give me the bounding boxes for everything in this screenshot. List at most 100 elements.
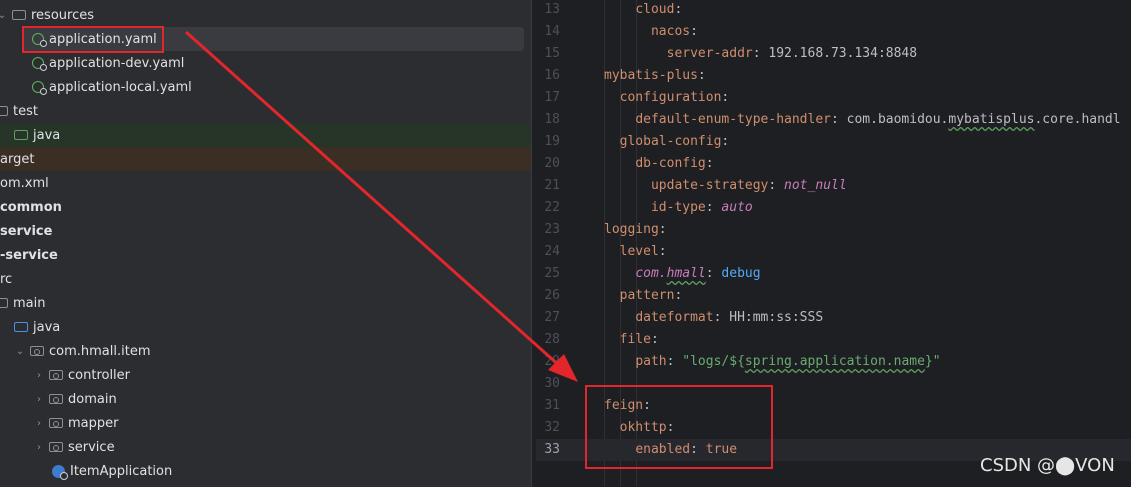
code-token: : <box>768 178 785 193</box>
code-text: default-enum-type-handler: com.baomidou.… <box>604 109 1121 131</box>
code-token: dateformat <box>635 310 714 325</box>
code-line[interactable]: 18 default-enum-type-handler: com.baomid… <box>536 109 1131 131</box>
line-number: 15 <box>544 46 560 61</box>
tree-item-com-hmall-item[interactable]: ⌄ com.hmall.item <box>0 339 531 363</box>
tree-item-application-dev-yaml[interactable]: application-dev.yaml <box>0 51 531 75</box>
tree-item-service-package[interactable]: › service <box>0 435 531 459</box>
code-token: server-addr <box>666 46 753 61</box>
code-token: : <box>690 24 698 39</box>
code-line[interactable]: 29 path: "logs/${spring.application.name… <box>536 351 1131 373</box>
code-token: spring.application.name <box>744 354 925 369</box>
line-number: 30 <box>544 376 560 391</box>
tree-item-application-local-yaml[interactable]: application-local.yaml <box>0 75 531 99</box>
line-number: 21 <box>544 178 560 193</box>
code-token: global-config <box>619 134 722 149</box>
chevron-right-icon[interactable]: › <box>33 370 45 381</box>
tree-item-label: controller <box>68 367 131 383</box>
code-token: : com.baomidou. <box>830 112 949 127</box>
chevron-down-icon[interactable]: ⌄ <box>14 346 26 357</box>
chevron-right-icon[interactable]: › <box>33 418 45 429</box>
code-line[interactable]: 28 file: <box>536 329 1131 351</box>
tree-item-mapper[interactable]: › mapper <box>0 411 531 435</box>
tree-item-target[interactable]: arget <box>0 147 531 171</box>
code-line[interactable]: 15 server-addr: 192.168.73.134:8848 <box>536 43 1131 65</box>
tree-item-label: java <box>33 319 61 335</box>
tree-item-item-application[interactable]: ItemApplication <box>0 459 531 483</box>
code-token: path <box>635 354 667 369</box>
code-text: com.hmall: debug <box>604 263 760 285</box>
tree-item-main-java[interactable]: java <box>0 315 531 339</box>
yaml-file-icon <box>32 81 47 95</box>
code-token: logging <box>604 222 659 237</box>
line-number: 16 <box>544 68 560 83</box>
package-icon <box>49 418 63 428</box>
line-number: 31 <box>544 398 560 413</box>
chevron-right-icon[interactable]: › <box>33 394 45 405</box>
code-line[interactable]: 19 global-config: <box>536 131 1131 153</box>
code-line[interactable]: 27 dateformat: HH:mm:ss:SSS <box>536 307 1131 329</box>
code-token: file <box>619 332 651 347</box>
code-line[interactable]: 21 update-strategy: not_null <box>536 175 1131 197</box>
line-number: 19 <box>544 134 560 149</box>
line-number: 14 <box>544 24 560 39</box>
code-token: : <box>705 266 722 281</box>
tree-item-pom-xml[interactable]: om.xml <box>0 171 531 195</box>
code-line[interactable]: 22 id-type: auto <box>536 197 1131 219</box>
tree-item-resources[interactable]: ⌄ resources <box>0 3 531 27</box>
code-text: global-config: <box>604 131 730 153</box>
tree-item-test-java[interactable]: java <box>0 123 531 147</box>
code-line[interactable]: 26 pattern: <box>536 285 1131 307</box>
code-token: cloud <box>635 2 675 17</box>
code-line[interactable]: 25 com.hmall: debug <box>536 263 1131 285</box>
code-text: server-addr: 192.168.73.134:8848 <box>604 43 917 65</box>
code-token: : <box>705 156 714 171</box>
tree-item-label: domain <box>68 391 117 407</box>
tree-item-service[interactable]: service <box>0 219 531 243</box>
tree-item-common[interactable]: common <box>0 195 531 219</box>
chevron-down-icon[interactable]: ⌄ <box>0 10 8 21</box>
tree-item-item-service[interactable]: -service <box>0 243 531 267</box>
code-token: : <box>721 90 730 105</box>
code-line[interactable]: 14 nacos: <box>536 21 1131 43</box>
code-token: : HH:mm:ss:SSS <box>713 310 824 325</box>
code-line[interactable]: 20 db-config: <box>536 153 1131 175</box>
tree-item-controller[interactable]: › controller <box>0 363 531 387</box>
code-line[interactable]: 24 level: <box>536 241 1131 263</box>
code-text: dateformat: HH:mm:ss:SSS <box>604 307 823 329</box>
code-text: id-type: auto <box>604 197 753 219</box>
code-text: path: "logs/${spring.application.name}" <box>604 351 940 373</box>
code-line[interactable]: 17 configuration: <box>536 87 1131 109</box>
chevron-right-icon[interactable]: › <box>33 442 45 453</box>
line-number: 17 <box>544 90 560 105</box>
code-token: level <box>619 244 659 259</box>
code-token: .core.handl <box>1034 112 1121 127</box>
tree-item-label: test <box>13 103 38 119</box>
tree-item-label: rc <box>0 271 13 287</box>
package-icon <box>49 370 63 380</box>
line-number: 13 <box>544 2 560 17</box>
tree-item-src[interactable]: rc <box>0 267 531 291</box>
project-tree: ⌄ resources application.yaml application… <box>0 0 531 487</box>
code-token: hmall <box>666 266 706 281</box>
code-line[interactable]: 16 mybatis-plus: <box>536 65 1131 87</box>
package-icon <box>49 394 63 404</box>
code-line[interactable]: 23 logging: <box>536 219 1131 241</box>
line-number: 20 <box>544 156 560 171</box>
code-token: : <box>721 134 730 149</box>
line-number: 22 <box>544 200 560 215</box>
code-line[interactable]: 13 cloud: <box>536 0 1131 21</box>
tree-item-test[interactable]: test <box>0 99 531 123</box>
code-token: db-config <box>635 156 706 171</box>
tree-item-domain[interactable]: › domain <box>0 387 531 411</box>
tree-item-main[interactable]: main <box>0 291 531 315</box>
